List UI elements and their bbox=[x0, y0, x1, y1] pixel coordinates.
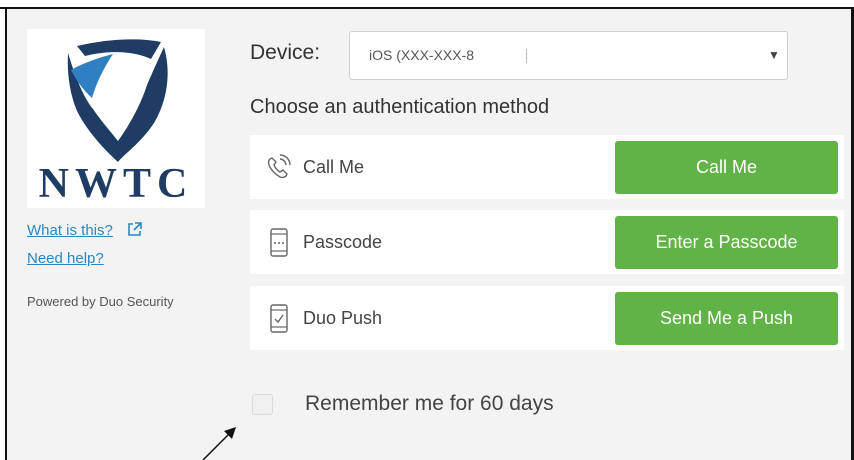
method-label-push: Duo Push bbox=[303, 308, 383, 328]
push-device-icon bbox=[270, 304, 288, 333]
external-link-icon[interactable] bbox=[127, 221, 143, 237]
method-label-call: Call Me bbox=[303, 157, 365, 177]
remember-me-checkbox[interactable] bbox=[252, 394, 273, 415]
enter-passcode-button[interactable]: Enter a Passcode bbox=[615, 216, 838, 269]
method-row-call: Call Me Call Me bbox=[250, 135, 844, 199]
send-push-button[interactable]: Send Me a Push bbox=[615, 292, 838, 345]
call-me-button[interactable]: Call Me bbox=[615, 141, 838, 194]
need-help-link[interactable]: Need help? bbox=[27, 251, 104, 266]
device-label: Device: bbox=[250, 41, 321, 64]
nwtc-logo: NWTC bbox=[27, 29, 205, 208]
method-row-push: Duo Push Send Me a Push bbox=[250, 286, 844, 350]
phone-call-icon bbox=[267, 154, 291, 179]
device-select[interactable]: iOS (XXX-XXX-8 ▼ bbox=[349, 31, 788, 80]
dropdown-caret-icon[interactable]: ▼ bbox=[768, 49, 780, 61]
passcode-device-icon bbox=[270, 228, 288, 257]
method-label-passcode: Passcode bbox=[303, 232, 383, 252]
remember-me-label[interactable]: Remember me for 60 days bbox=[305, 393, 554, 414]
powered-by-text: Powered by Duo Security bbox=[27, 294, 174, 309]
method-row-passcode: Passcode Enter a Passcode bbox=[250, 210, 844, 274]
logo-text: NWTC bbox=[38, 161, 194, 207]
device-selected-value: iOS (XXX-XXX-8 bbox=[369, 47, 475, 63]
choose-method-heading: Choose an authentication method bbox=[250, 96, 550, 118]
what-is-this-link[interactable]: What is this? bbox=[27, 223, 113, 238]
device-text-cursor bbox=[526, 49, 527, 63]
